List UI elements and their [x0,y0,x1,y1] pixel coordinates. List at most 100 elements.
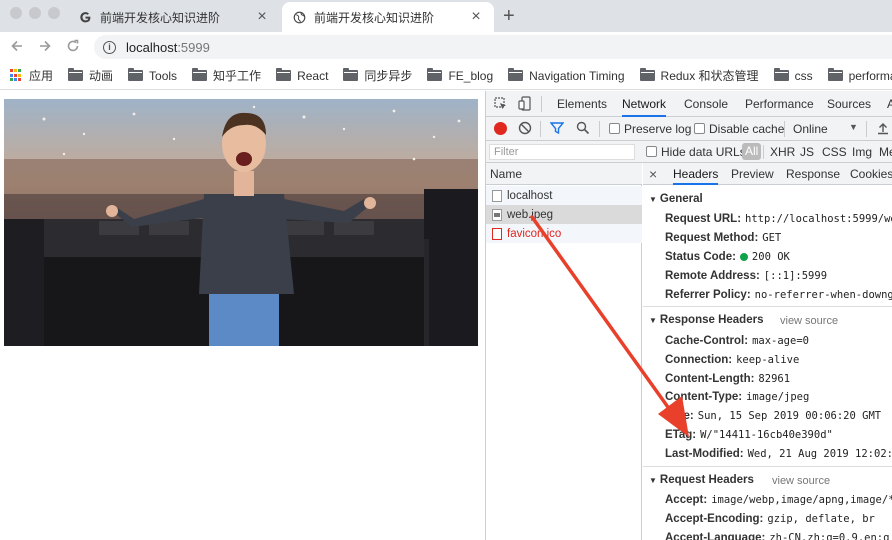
bookmark-folder[interactable]: 动画 [68,67,113,84]
bookmark-label: 动画 [89,69,114,83]
tab-performance[interactable]: Performance [745,91,814,117]
folder-icon [128,68,144,81]
url-port: :5999 [177,39,210,55]
disable-cache-checkbox[interactable] [694,123,705,134]
bookmark-label: React [297,68,329,83]
folder-icon [508,68,524,81]
close-window-icon[interactable] [10,7,22,19]
browser-tab-2[interactable]: 前端开发核心知识进阶 × [282,2,494,32]
bookmark-folder[interactable]: 同步异步 [343,67,412,84]
filter-type-js[interactable]: JS [800,145,814,159]
bookmark-folder[interactable]: css [773,68,813,83]
close-tab-icon[interactable]: × [468,9,484,25]
filter-icon[interactable] [549,121,565,138]
triangle-down-icon: ▼ [649,476,657,485]
device-toolbar-icon[interactable] [518,96,532,114]
filter-type-media[interactable]: Me [879,145,892,159]
bookmark-folder[interactable]: Redux 和状态管理 [639,67,759,84]
address-bar[interactable]: i localhost:5999 [94,35,892,59]
header-row: Accept-Encoding: gzip, deflate, br [665,513,875,525]
folder-icon [773,68,789,81]
throttling-select[interactable]: Online [793,122,828,136]
request-name: localhost [507,189,553,202]
folder-icon [427,68,443,81]
triangle-down-icon: ▼ [649,316,657,325]
view-source-link[interactable]: view source [780,315,838,327]
detail-tab-headers[interactable]: Headers [673,163,719,185]
disable-cache-label: Disable cache [709,122,785,136]
bookmark-apps[interactable]: 应用 [10,67,53,84]
bookmark-folder[interactable]: Navigation Timing [508,68,625,83]
response-headers-toggle[interactable]: ▼ Response Headers [649,314,763,326]
detail-tab-cookies[interactable]: Cookies [850,163,892,185]
request-row-localhost[interactable]: localhost [486,186,642,205]
tab-sources[interactable]: Sources [827,91,871,117]
triangle-down-icon: ▼ [649,195,657,204]
inspect-element-icon[interactable] [494,97,508,114]
forward-arrow-icon[interactable] [38,39,52,57]
request-detail-panel: × Headers Preview Response Cookies ▼ Gene… [643,163,892,540]
browser-toolbar: i localhost:5999 [0,32,892,62]
header-row: Content-Length: 82961 [665,373,791,385]
request-list: Name localhost web.jpeg favicon.ico [486,163,642,540]
bookmark-folder[interactable]: performance [827,68,892,83]
filter-input[interactable]: Filter [489,144,635,160]
detail-tab-bar: × Headers Preview Response Cookies [643,163,892,185]
view-source-link[interactable]: view source [772,475,830,487]
page-viewport [0,91,485,540]
request-row-favicon[interactable]: favicon.ico [486,224,642,243]
bookmark-label: 应用 [29,69,54,83]
maximize-window-icon[interactable] [48,7,60,19]
filter-type-img[interactable]: Img [852,145,872,159]
header-row: Remote Address: [::1]:5999 [665,270,828,282]
bookmark-folder[interactable]: 知乎工作 [192,67,261,84]
browser-tab-1[interactable]: 前端开发核心知识进阶 × [68,2,280,32]
search-icon[interactable] [576,121,590,138]
general-section-toggle[interactable]: ▼ General [649,193,703,205]
record-icon[interactable] [494,122,507,135]
devtools-tab-bar: Elements Network Console Performance Sou… [486,91,892,117]
close-detail-icon[interactable]: × [649,163,657,185]
name-column-header[interactable]: Name [486,163,642,185]
bookmark-label: Navigation Timing [529,68,625,83]
devtools-panel: Elements Network Console Performance Sou… [485,91,892,540]
hide-data-urls-checkbox[interactable] [646,146,657,157]
tab-title: 前端开发核心知识进阶 [314,10,435,25]
header-row: Accept: image/webp,image/apng,image/* [665,494,892,506]
bookmark-label: Redux 和状态管理 [660,69,759,83]
import-har-icon[interactable] [876,121,890,138]
preserve-log-checkbox[interactable] [609,123,620,134]
tab-network[interactable]: Network [622,91,667,117]
tab-overflow[interactable]: A [887,91,892,117]
info-icon[interactable]: i [103,40,116,54]
header-row-etag: ETag: W/"14411-16cb40e390d" [665,429,833,441]
tab-console[interactable]: Console [684,91,728,117]
bookmark-folder[interactable]: FE_blog [427,68,493,83]
request-headers-toggle[interactable]: ▼ Request Headers [649,474,754,486]
filter-type-css[interactable]: CSS [822,145,847,159]
minimize-window-icon[interactable] [29,7,41,19]
chevron-down-icon[interactable]: ▼ [849,122,858,132]
bookmark-folder[interactable]: React [276,68,329,83]
request-row-web-jpeg[interactable]: web.jpeg [486,205,642,224]
detail-tab-response[interactable]: Response [786,163,840,185]
tab-strip: 前端开发核心知识进阶 × 前端开发核心知识进阶 × + [0,0,892,32]
header-row: Request URL: http://localhost:5999/we [665,213,892,225]
bookmark-label: css [794,68,813,83]
bookmark-folder[interactable]: Tools [128,68,178,83]
hide-data-urls-label: Hide data URLs [661,145,746,159]
filter-bar: Filter Hide data URLs All XHR JS CSS Img… [486,141,892,163]
preserve-log-label: Preserve log [624,122,692,136]
filter-type-xhr[interactable]: XHR [770,145,795,159]
clear-icon[interactable] [518,121,532,138]
back-arrow-icon[interactable] [10,39,24,57]
close-tab-icon[interactable]: × [254,9,270,25]
detail-tab-preview[interactable]: Preview [731,163,774,185]
new-tab-button[interactable]: + [503,6,515,26]
header-row: Request Method: GET [665,232,782,244]
bookmark-label: Tools [149,68,178,83]
tab-elements[interactable]: Elements [557,91,607,117]
filter-type-all[interactable]: All [742,143,762,160]
reload-icon[interactable] [66,39,80,57]
request-name: favicon.ico [507,227,562,240]
